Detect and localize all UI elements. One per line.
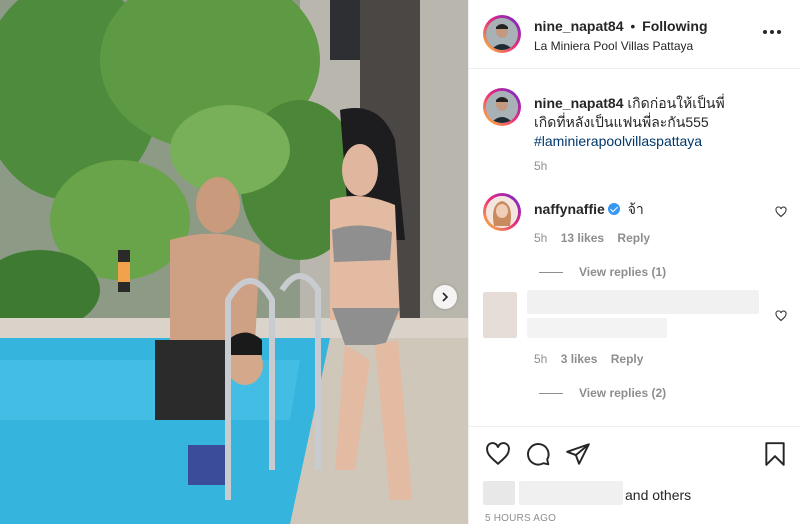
heart-icon[interactable] — [485, 441, 511, 467]
post-header: nine_napat84 • Following La Miniera Pool… — [469, 0, 800, 69]
comment-icon[interactable] — [525, 441, 551, 467]
comment-heart-icon[interactable] — [775, 206, 787, 218]
commenter-avatar-ring[interactable] — [483, 193, 521, 231]
view-replies-label: View replies (2) — [579, 386, 667, 400]
author-avatar-image — [486, 18, 518, 50]
author-username[interactable]: nine_napat84 — [534, 18, 623, 34]
verified-badge-icon — [607, 203, 620, 215]
chevron-right-icon — [442, 292, 449, 302]
comment-reply-button[interactable]: Reply — [611, 352, 644, 366]
replies-divider — [539, 272, 563, 274]
post-location[interactable]: La Miniera Pool Villas Pattaya — [534, 39, 693, 53]
commenter-username[interactable]: naffynaffie — [534, 201, 605, 217]
separator-dot: • — [630, 18, 636, 34]
blurred-comment-line2 — [527, 318, 667, 338]
paper-plane-icon[interactable] — [565, 441, 591, 467]
replies-divider — [539, 393, 563, 395]
follow-status[interactable]: Following — [642, 18, 707, 34]
commenter-avatar[interactable] — [486, 196, 518, 228]
post-actions: and others 5 HOURS AGO — [469, 426, 800, 525]
view-replies-label: View replies (1) — [579, 265, 667, 279]
blurred-liker-avatar[interactable] — [483, 481, 515, 505]
comment-time: 5h — [534, 231, 548, 245]
likes-suffix: and others — [625, 487, 692, 503]
comment-time: 5h — [534, 352, 548, 366]
caption-text-line2: เกิดที่หลังเป็นแฟนพี่ละกัน555 — [534, 114, 709, 130]
more-options-icon[interactable] — [763, 30, 781, 34]
author-avatar[interactable] — [486, 18, 518, 50]
view-replies-button[interactable]: View replies (1) — [539, 265, 666, 279]
caption-hashtag[interactable]: #laminierapoolvillaspattaya — [534, 133, 702, 149]
comment-reply-button[interactable]: Reply — [617, 231, 650, 245]
likes-summary[interactable]: and others — [625, 487, 691, 503]
next-photo-button[interactable] — [433, 285, 457, 309]
caption-text-line1: เกิดก่อนให้เป็นพี่ — [627, 95, 725, 111]
comment-likes[interactable]: 3 likes — [561, 352, 598, 366]
view-replies-button[interactable]: View replies (2) — [539, 386, 666, 400]
comment-likes[interactable]: 13 likes — [561, 231, 604, 245]
caption-avatar[interactable] — [486, 91, 518, 123]
post-timestamp: 5 HOURS AGO — [485, 513, 557, 524]
post-sidebar: nine_napat84 • Following La Miniera Pool… — [468, 0, 800, 524]
caption-username[interactable]: nine_napat84 — [534, 95, 623, 111]
post-photo[interactable] — [0, 0, 468, 524]
commenter-avatar-image — [486, 196, 518, 228]
pool-scene-image — [0, 0, 468, 524]
blurred-avatar[interactable] — [483, 292, 517, 338]
caption-time: 5h — [534, 159, 548, 173]
author-avatar-ring[interactable] — [483, 15, 521, 53]
blurred-comment-line1 — [527, 290, 759, 314]
blurred-liker-name[interactable] — [519, 481, 623, 505]
comment-heart-icon[interactable] — [775, 310, 787, 322]
caption-avatar-image — [486, 91, 518, 123]
bookmark-icon[interactable] — [762, 441, 788, 467]
comment-text: จ้า — [627, 201, 644, 217]
caption-avatar-ring[interactable] — [483, 88, 521, 126]
